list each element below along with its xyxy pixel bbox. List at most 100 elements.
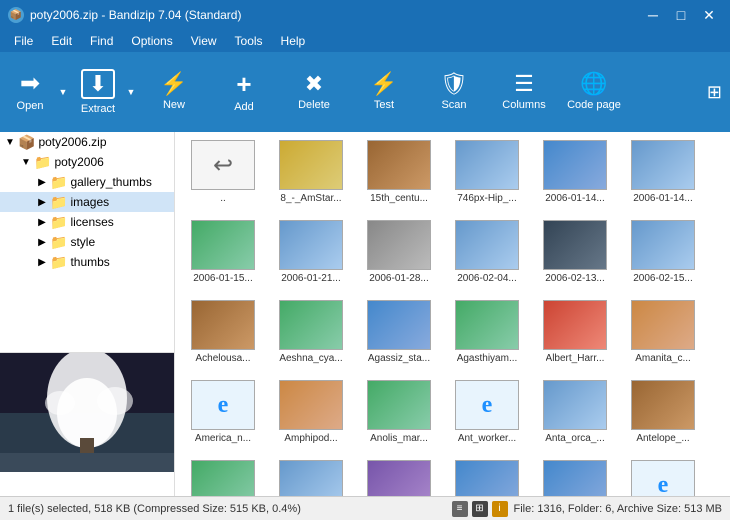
sidebar-item-licenses[interactable]: ▶ 📁 licenses — [0, 212, 174, 232]
list-item[interactable]: 8_-_AmStar... — [267, 136, 355, 216]
new-button[interactable]: ⚡ New — [140, 56, 208, 128]
list-item[interactable]: 2006-01-15... — [179, 216, 267, 296]
expand-thumbs: ▶ — [34, 257, 50, 268]
list-item[interactable]: Anvil_shap... — [267, 456, 355, 496]
add-label: Add — [234, 101, 254, 113]
list-view-icon[interactable]: ≡ — [452, 501, 468, 517]
menu-view[interactable]: View — [183, 32, 225, 50]
file-thumbnail — [367, 220, 431, 270]
list-item[interactable]: 2006-01-14... — [531, 136, 619, 216]
columns-label: Columns — [502, 99, 545, 111]
file-name: Anta_orca_... — [545, 433, 604, 445]
file-thumbnail — [455, 300, 519, 350]
status-text: 1 file(s) selected, 518 KB (Compressed S… — [8, 503, 301, 515]
list-item[interactable]: Apis_mellif... — [355, 456, 443, 496]
list-item[interactable]: 2006-01-14... — [619, 136, 707, 216]
list-item[interactable]: 746px-Hip_... — [443, 136, 531, 216]
list-item[interactable]: Achelousa... — [179, 296, 267, 376]
menu-file[interactable]: File — [6, 32, 41, 50]
file-name: Amphipod... — [284, 433, 337, 445]
list-item[interactable]: Albert_Harr... — [531, 296, 619, 376]
menu-find[interactable]: Find — [82, 32, 121, 50]
list-item[interactable]: eAustria_Bu... — [619, 456, 707, 496]
test-button[interactable]: ⚡ Test — [350, 56, 418, 128]
scan-button[interactable]: 🛡 Scan — [420, 56, 488, 128]
extract-button-group: ⬇ Extract ▼ — [72, 56, 138, 128]
codepage-label: Code page — [567, 99, 621, 111]
maximize-button[interactable]: □ — [668, 5, 694, 25]
extract-dropdown[interactable]: ▼ — [124, 56, 138, 128]
add-button[interactable]: + Add — [210, 56, 278, 128]
open-button[interactable]: ➡ Open — [4, 56, 56, 128]
columns-button[interactable]: ☰ Columns — [490, 56, 558, 128]
status-bar: 1 file(s) selected, 518 KB (Compressed S… — [0, 496, 730, 520]
file-name: Antelope_... — [636, 433, 689, 445]
list-item[interactable]: Amphipod... — [267, 376, 355, 456]
extract-button[interactable]: ⬇ Extract — [72, 56, 124, 128]
list-item[interactable]: 15th_centu... — [355, 136, 443, 216]
file-thumbnail — [455, 460, 519, 496]
sidebar-item-gallery[interactable]: ▶ 📁 gallery_thumbs — [0, 172, 174, 192]
new-icon: ⚡ — [160, 73, 187, 95]
title-bar: 📦 poty2006.zip - Bandizip 7.04 (Standard… — [0, 0, 730, 30]
list-item[interactable]: 2006-01-21... — [267, 216, 355, 296]
file-name: 2006-01-14... — [545, 193, 605, 205]
list-item[interactable]: Aeshna_cya... — [267, 296, 355, 376]
file-thumbnail: e — [631, 460, 695, 496]
menu-bar: File Edit Find Options View Tools Help — [0, 30, 730, 52]
list-item[interactable]: Amanita_c... — [619, 296, 707, 376]
file-name: Aeshna_cya... — [279, 353, 342, 365]
menu-help[interactable]: Help — [273, 32, 314, 50]
window-controls: ─ □ ✕ — [640, 5, 722, 25]
list-item[interactable]: Agassiz_sta... — [355, 296, 443, 376]
window-title: poty2006.zip - Bandizip 7.04 (Standard) — [30, 8, 241, 22]
list-item[interactable]: Agasthiyam... — [443, 296, 531, 376]
status-right-text: File: 1316, Folder: 6, Archive Size: 513… — [514, 503, 723, 515]
sidebar-item-zip[interactable]: ▼ 📦 poty2006.zip — [0, 132, 174, 152]
file-name: 2006-01-21... — [281, 273, 341, 285]
sidebar-item-images[interactable]: ▶ 📁 images — [0, 192, 174, 212]
columns-icon: ☰ — [514, 73, 534, 95]
list-item[interactable]: Astronotus... — [443, 456, 531, 496]
expand-images: ▶ — [34, 197, 50, 208]
list-item[interactable]: 2006-02-15... — [619, 216, 707, 296]
test-label: Test — [374, 99, 394, 111]
file-name: 15th_centu... — [370, 193, 428, 205]
list-item[interactable]: 2006-02-13... — [531, 216, 619, 296]
list-item[interactable]: Anta_orca_... — [531, 376, 619, 456]
list-item[interactable]: Anthomyii... — [179, 456, 267, 496]
list-item[interactable]: Antelope_... — [619, 376, 707, 456]
sidebar-item-style[interactable]: ▶ 📁 style — [0, 232, 174, 252]
info-icon[interactable]: i — [492, 501, 508, 517]
list-item[interactable]: eAnt_worker... — [443, 376, 531, 456]
list-item[interactable]: eAmerica_n... — [179, 376, 267, 456]
open-dropdown[interactable]: ▼ — [56, 56, 70, 128]
grid-view-icon[interactable]: ⊞ — [472, 501, 488, 517]
sidebar-item-thumbs[interactable]: ▶ 📁 thumbs — [0, 252, 174, 272]
delete-button[interactable]: ✖ Delete — [280, 56, 348, 128]
file-thumbnail: ↩ — [191, 140, 255, 190]
sidebar-item-poty2006[interactable]: ▼ 📁 poty2006 — [0, 152, 174, 172]
main-area: ▼ 📦 poty2006.zip ▼ 📁 poty2006 ▶ 📁 galler… — [0, 132, 730, 496]
list-item[interactable]: Anolis_mar... — [355, 376, 443, 456]
file-name: 2006-01-28... — [369, 273, 429, 285]
file-thumbnail — [191, 460, 255, 496]
file-name: 2006-01-14... — [633, 193, 693, 205]
codepage-button[interactable]: 🌐 Code page — [560, 56, 628, 128]
list-item[interactable]: Athabasca_... — [531, 456, 619, 496]
menu-options[interactable]: Options — [123, 32, 180, 50]
list-item[interactable]: 2006-02-04... — [443, 216, 531, 296]
codepage-icon: 🌐 — [580, 73, 607, 95]
menu-tools[interactable]: Tools — [227, 32, 271, 50]
file-thumbnail — [367, 380, 431, 430]
view-toggle[interactable]: ⊞ — [707, 82, 726, 103]
menu-edit[interactable]: Edit — [43, 32, 80, 50]
file-name: Achelousa... — [195, 353, 250, 365]
list-item[interactable]: 2006-01-28... — [355, 216, 443, 296]
list-item[interactable]: ↩.. — [179, 136, 267, 216]
minimize-button[interactable]: ─ — [640, 5, 666, 25]
delete-label: Delete — [298, 99, 330, 111]
file-thumbnail — [367, 140, 431, 190]
close-button[interactable]: ✕ — [696, 5, 722, 25]
file-name: 2006-01-15... — [193, 273, 253, 285]
